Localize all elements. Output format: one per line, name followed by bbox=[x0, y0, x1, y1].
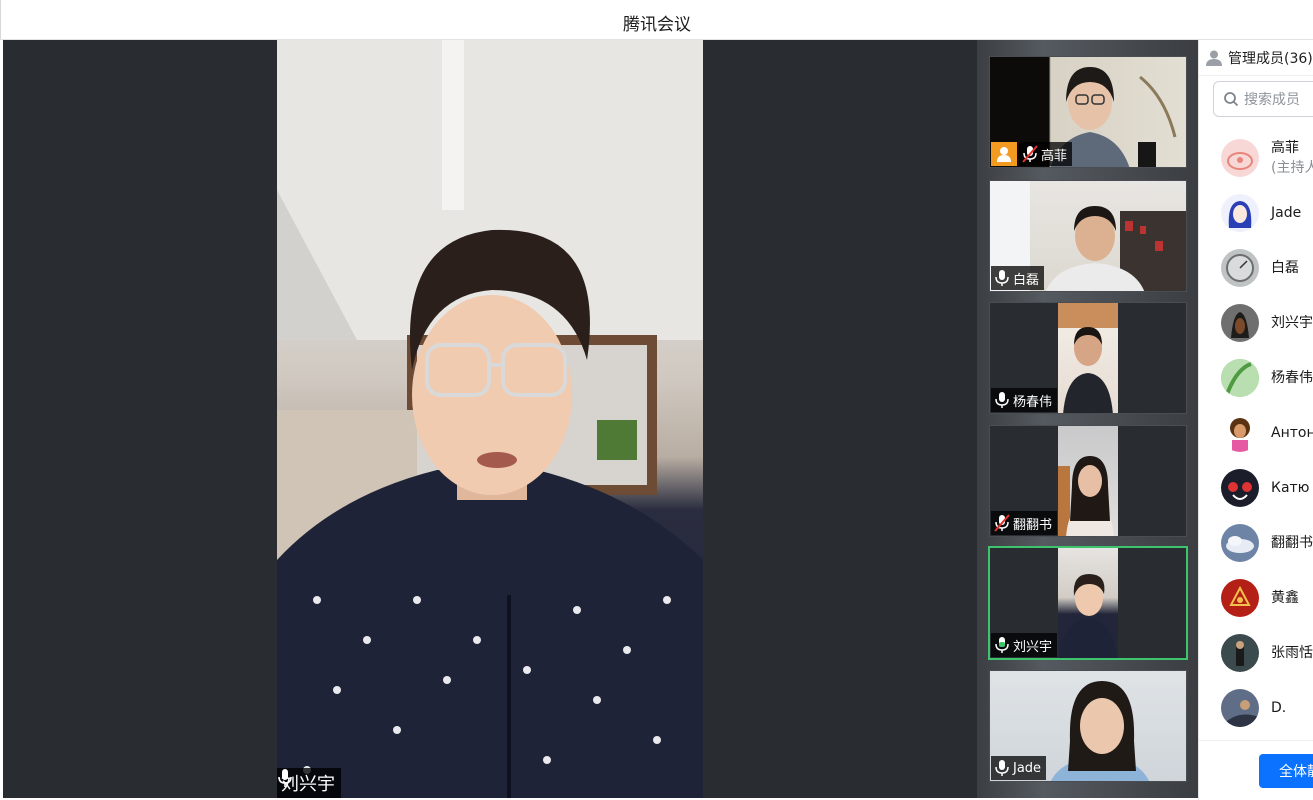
member-name: 黄鑫 bbox=[1271, 589, 1299, 606]
member-item[interactable]: 翻翻书 bbox=[1199, 515, 1313, 570]
member-item[interactable]: Антон bbox=[1199, 405, 1313, 460]
member-name: 张雨恬 bbox=[1271, 644, 1313, 661]
title-bar[interactable]: 腾讯会议 bbox=[0, 0, 1313, 40]
member-item[interactable]: 白磊 bbox=[1199, 240, 1313, 295]
member-item[interactable]: 黄鑫 bbox=[1199, 570, 1313, 625]
window-title: 腾讯会议 bbox=[623, 15, 691, 35]
avatar bbox=[1221, 468, 1259, 507]
avatar bbox=[1221, 138, 1259, 177]
member-item[interactable]: 张雨恬 bbox=[1199, 625, 1313, 680]
participant-name-tag: 翻翻书 bbox=[991, 511, 1058, 535]
avatar bbox=[1221, 578, 1259, 617]
avatar bbox=[1221, 688, 1259, 727]
participant-name-tag: 高菲 bbox=[1019, 142, 1073, 166]
member-name: D. bbox=[1271, 699, 1287, 716]
member-item[interactable]: Катю bbox=[1199, 460, 1313, 515]
mic-icon bbox=[995, 760, 1009, 776]
member-list: 高菲 (主持人 Jade 白磊 刘兴宇 bbox=[1199, 130, 1313, 735]
participant-name-tag: 刘兴宇 bbox=[991, 633, 1058, 657]
participant-name: 杨春伟 bbox=[1013, 394, 1053, 410]
user-avatar-icon bbox=[991, 142, 1017, 166]
mic-speaking-icon bbox=[995, 637, 1009, 653]
mic-muted-icon bbox=[994, 514, 1010, 532]
participant-name-tag: Jade bbox=[991, 756, 1047, 780]
avatar bbox=[1221, 193, 1259, 232]
participant-tile-yangchunwei[interactable]: 杨春伟 bbox=[989, 302, 1187, 414]
avatar bbox=[1221, 523, 1259, 562]
participant-video bbox=[1058, 303, 1118, 413]
participant-video bbox=[1058, 548, 1118, 658]
member-name: 高菲 bbox=[1271, 139, 1299, 156]
participant-tile-gaofei[interactable]: 高菲 bbox=[989, 56, 1187, 168]
participant-video-image bbox=[1058, 456, 1114, 536]
member-item[interactable]: D. bbox=[1199, 680, 1313, 735]
members-panel-footer: 全体静音 bbox=[1199, 740, 1313, 800]
member-name: Jade bbox=[1271, 204, 1302, 221]
member-item[interactable]: 杨春伟 bbox=[1199, 350, 1313, 405]
participant-name-tag: 杨春伟 bbox=[991, 388, 1058, 412]
mic-icon bbox=[995, 270, 1009, 286]
members-panel-title: 管理成员(36) bbox=[1228, 50, 1313, 67]
main-video-feed[interactable]: 刘兴宇 bbox=[277, 40, 703, 798]
member-name: Антон bbox=[1271, 424, 1313, 441]
participant-tile-liuxingyu[interactable]: 刘兴宇 bbox=[988, 546, 1188, 660]
participant-name: Jade bbox=[1013, 760, 1042, 776]
person-icon bbox=[1206, 50, 1222, 66]
member-name: 刘兴宇 bbox=[1271, 314, 1313, 331]
avatar bbox=[1221, 633, 1259, 672]
mic-muted-icon bbox=[1022, 145, 1038, 163]
participant-tile-jade[interactable]: Jade bbox=[989, 670, 1187, 782]
members-panel-header: 管理成员(36) bbox=[1199, 40, 1313, 76]
participant-strip[interactable]: 高菲 白磊 杨春伟 翻翻书 刘兴宇 Jade bbox=[977, 40, 1198, 798]
participant-video bbox=[1058, 426, 1118, 536]
mic-icon bbox=[995, 392, 1009, 408]
main-stage[interactable]: 刘兴宇 bbox=[3, 40, 977, 798]
member-search-input[interactable]: 搜索成员 bbox=[1213, 81, 1313, 117]
avatar bbox=[1221, 358, 1259, 397]
meeting-window: 腾讯会议 刘兴宇 高菲 白磊 杨春伟 翻翻书 刘兴宇 Jade 管理成员(36)… bbox=[0, 0, 1313, 800]
member-name: 杨春伟 bbox=[1271, 369, 1313, 386]
avatar bbox=[1221, 413, 1259, 452]
mic-icon bbox=[278, 769, 292, 787]
participant-tile-bailei[interactable]: 白磊 bbox=[989, 180, 1187, 292]
member-item[interactable]: 高菲 (主持人 bbox=[1199, 130, 1313, 185]
participant-name: 翻翻书 bbox=[1013, 517, 1053, 533]
members-panel: 管理成员(36) 搜索成员 高菲 (主持人 Ja bbox=[1198, 40, 1313, 800]
participant-name: 刘兴宇 bbox=[1013, 639, 1053, 655]
search-icon bbox=[1224, 92, 1239, 107]
member-name: Катю bbox=[1271, 479, 1310, 496]
participant-video-image bbox=[1058, 574, 1118, 658]
participant-video-image bbox=[1058, 303, 1118, 413]
mute-all-button[interactable]: 全体静音 bbox=[1259, 754, 1313, 788]
participant-tile-fanfanshu[interactable]: 翻翻书 bbox=[989, 425, 1187, 537]
avatar bbox=[1221, 303, 1259, 342]
member-name: 翻翻书 bbox=[1271, 534, 1313, 551]
member-role: (主持人 bbox=[1271, 159, 1313, 176]
member-name: 白磊 bbox=[1271, 259, 1299, 276]
participant-name: 高菲 bbox=[1041, 148, 1068, 164]
participant-name-tag: 白磊 bbox=[991, 266, 1045, 290]
speaker-name-tag: 刘兴宇 bbox=[277, 768, 341, 798]
member-item[interactable]: Jade bbox=[1199, 185, 1313, 240]
avatar bbox=[1221, 248, 1259, 287]
participant-name: 白磊 bbox=[1013, 272, 1040, 288]
member-item[interactable]: 刘兴宇 bbox=[1199, 295, 1313, 350]
member-search-placeholder: 搜索成员 bbox=[1244, 92, 1300, 108]
speaker-video-image bbox=[277, 40, 703, 798]
